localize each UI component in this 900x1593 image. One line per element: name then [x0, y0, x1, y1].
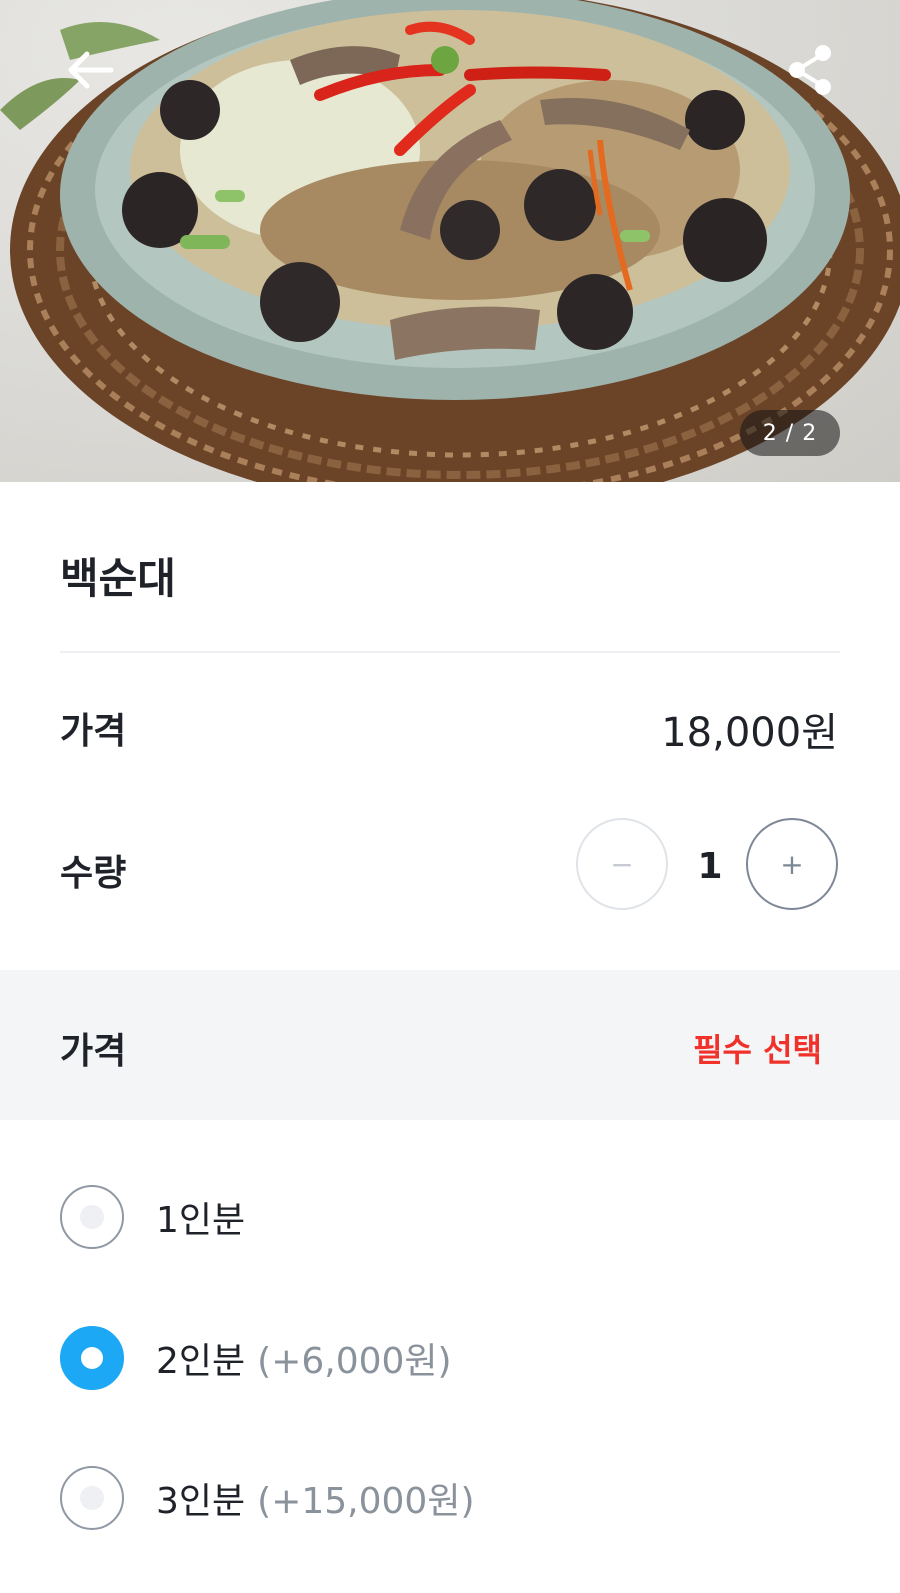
option-group-header: 가격 필수 선택 — [0, 970, 900, 1120]
image-counter: 2 / 2 — [740, 410, 840, 456]
radio-button-selected[interactable] — [60, 1326, 124, 1390]
share-button[interactable] — [780, 40, 840, 100]
option-item-2[interactable]: 2인분 (+6,000원) — [60, 1325, 452, 1391]
price-label: 가격 — [60, 711, 127, 752]
menu-title: 백순대 — [60, 554, 176, 603]
option-name: 3인분 — [156, 1481, 246, 1522]
minus-icon: − — [610, 847, 634, 881]
quantity-increase-button[interactable]: + — [746, 818, 838, 910]
option-item-3[interactable]: 3인분 (+15,000원) — [60, 1465, 475, 1531]
quantity-value: 1 — [697, 846, 723, 887]
option-name: 1인분 — [156, 1200, 246, 1241]
required-badge: 필수 선택 — [693, 1031, 822, 1069]
option-item-1[interactable]: 1인분 — [60, 1184, 257, 1250]
quantity-decrease-button[interactable]: − — [576, 818, 668, 910]
option-extra-price: (+15,000원) — [257, 1481, 475, 1522]
back-button[interactable] — [60, 40, 120, 100]
radio-button[interactable] — [60, 1185, 124, 1249]
share-icon — [789, 45, 831, 95]
radio-button[interactable] — [60, 1466, 124, 1530]
option-group-title: 가격 — [60, 1031, 127, 1072]
price-value: 18,000원 — [661, 710, 838, 756]
back-arrow-icon — [68, 51, 114, 89]
divider — [60, 651, 840, 653]
plus-icon: + — [780, 847, 804, 881]
option-extra-price: (+6,000원) — [257, 1341, 452, 1382]
quantity-label: 수량 — [60, 853, 127, 894]
option-name: 2인분 — [156, 1341, 246, 1382]
menu-photo: 2 / 2 — [0, 0, 900, 482]
